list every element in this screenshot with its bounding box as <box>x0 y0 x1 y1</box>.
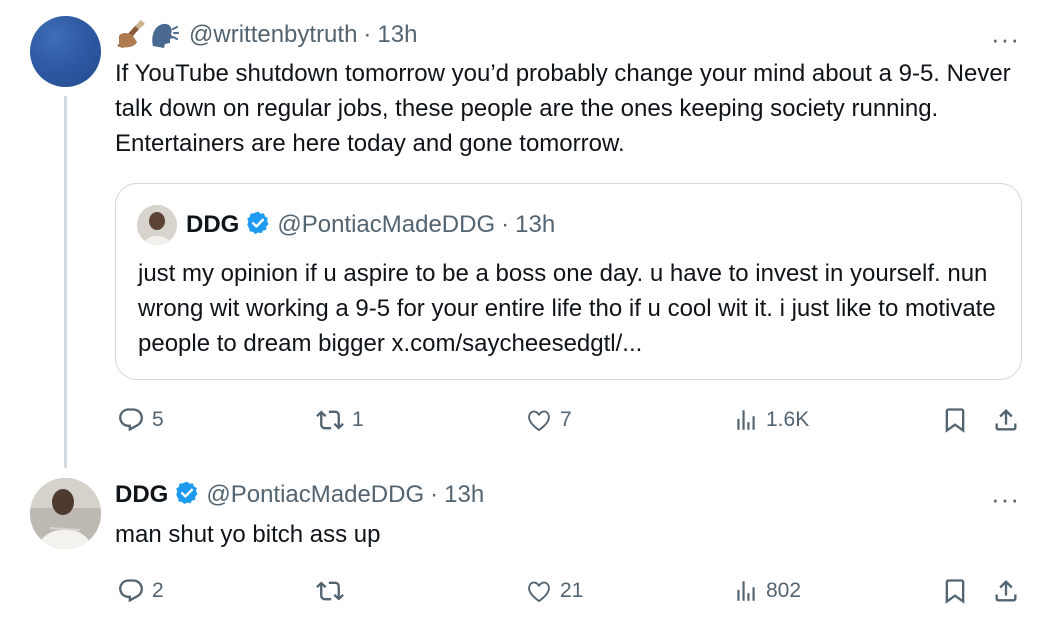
views-button[interactable]: 1.6K <box>733 406 809 434</box>
share-button[interactable] <box>992 577 1020 605</box>
share-icon <box>995 409 1017 431</box>
writing-hand-icon <box>117 20 145 48</box>
quote-name[interactable]: DDG <box>186 211 239 239</box>
speaking-head-icon <box>152 23 179 48</box>
heart-icon <box>528 410 550 432</box>
tweet2-header: DDG @PontiacMadeDDG · 13h <box>115 478 484 512</box>
avatar-writtenbytruth[interactable] <box>30 16 101 87</box>
tweet1-header: @writtenbytruth · 13h <box>115 18 417 52</box>
views-button[interactable]: 802 <box>733 577 801 605</box>
heart-icon <box>528 581 550 603</box>
reply-button[interactable]: 5 <box>117 406 164 434</box>
like-button[interactable]: 21 <box>525 577 583 605</box>
bookmark-button[interactable] <box>941 406 969 434</box>
tweet1-text: If YouTube shutdown tomorrow you’d proba… <box>115 60 1011 157</box>
views-icon <box>737 410 755 430</box>
reply-button[interactable]: 2 <box>117 577 164 605</box>
bookmark-icon <box>945 579 965 604</box>
separator-dot: · <box>363 21 372 48</box>
tweet2-text: man shut yo bitch ass up <box>115 521 381 548</box>
tweet1-handle[interactable]: @writtenbytruth <box>189 21 357 49</box>
views-count: 1.6K <box>766 408 810 431</box>
quote-time[interactable]: 13h <box>515 211 555 239</box>
views-count: 802 <box>766 579 802 602</box>
like-count: 7 <box>560 408 572 431</box>
separator-dot: · <box>501 211 510 238</box>
tweet2-name[interactable]: DDG <box>115 481 168 509</box>
thread-line <box>64 96 67 468</box>
tweet2-more-icon[interactable]: ··· <box>991 486 1020 512</box>
quote-header: DDG @PontiacMadeDDG · 13h <box>186 208 555 242</box>
name-emoji-icons <box>115 20 179 50</box>
bookmark-button[interactable] <box>941 577 969 605</box>
tweet1-more-icon[interactable]: ··· <box>991 26 1020 52</box>
reply-icon <box>119 579 143 603</box>
tweet1-action-bar: 5 1 7 1.6K <box>115 402 1025 442</box>
quote-handle[interactable]: @PontiacMadeDDG <box>277 211 495 239</box>
tweet2-handle[interactable]: @PontiacMadeDDG <box>206 481 424 509</box>
tweet1-time[interactable]: 13h <box>377 21 417 49</box>
reply-count: 5 <box>152 408 164 431</box>
repost-icon <box>316 581 344 601</box>
quote-tweet-card[interactable]: DDG @PontiacMadeDDG · 13h just my opinio… <box>115 183 1022 380</box>
tweet2-time[interactable]: 13h <box>444 481 484 509</box>
separator-dot: · <box>430 481 439 508</box>
verified-badge-icon <box>245 210 271 241</box>
tweet2-action-bar: 2 21 802 <box>115 573 1025 613</box>
reply-count: 2 <box>152 579 164 602</box>
quote-avatar <box>137 205 177 245</box>
quote-text: just my opinion if u aspire to be a boss… <box>138 260 996 357</box>
views-icon <box>737 581 755 601</box>
reply-icon <box>119 408 143 432</box>
repost-button[interactable] <box>315 577 352 605</box>
repost-icon <box>316 410 344 430</box>
avatar-ddg[interactable] <box>30 478 101 549</box>
repost-button[interactable]: 1 <box>315 406 364 434</box>
share-button[interactable] <box>992 406 1020 434</box>
verified-badge-icon <box>174 480 200 511</box>
like-button[interactable]: 7 <box>525 406 572 434</box>
bookmark-icon <box>945 408 965 433</box>
repost-count: 1 <box>352 408 364 431</box>
like-count: 21 <box>560 579 584 602</box>
share-icon <box>995 580 1017 602</box>
